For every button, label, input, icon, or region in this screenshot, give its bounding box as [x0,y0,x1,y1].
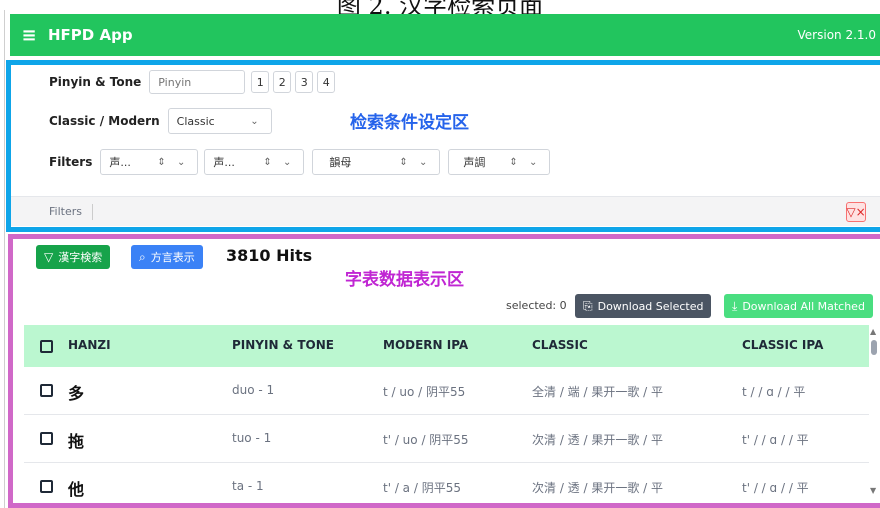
table-header: HANZI PINYIN & TONE MODERN IPA CLASSIC C… [24,325,869,367]
file-download-icon: ⎘ [583,298,593,313]
classic-ipa-cell: t' / / ɑ / / 平 [742,481,809,495]
pinyin-tone-label: Pinyin & Tone [49,75,142,89]
column-header-hanzi[interactable]: HANZI [68,338,111,352]
mode-row: Classic / Modern Classic ⌄ [49,108,272,134]
row-checkbox[interactable] [40,480,53,493]
tone-value: 声調 [463,156,486,169]
table-row[interactable]: 他 ta - 1 t' / a / 阴平55 次清 / 透 / 果开一歌 / 平… [24,463,869,503]
app-version: Version 2.1.0 [797,28,876,42]
download-selected-button[interactable]: ⎘ Download Selected [575,294,712,318]
final-select[interactable]: 韻母 ⇕ ⌄ [312,149,441,175]
column-header-modern-ipa[interactable]: MODERN IPA [383,338,468,352]
column-header-classic[interactable]: CLASSIC [532,338,588,352]
column-header-pinyin[interactable]: PINYIN & TONE [232,338,334,352]
tone-3-button[interactable]: 3 [295,71,314,93]
search-region-annotation: 检索条件设定区 [350,113,469,133]
app-header: ≡ HFPD App Version 2.1.0 [10,14,880,56]
download-all-label: Download All Matched [742,299,865,313]
classic-cell: 次清 / 透 / 果开一歌 / 平 [532,481,664,495]
initial-class-select[interactable]: 声... ⇕ ⌄ [100,149,199,175]
dialect-display-label: 方言表示 [150,251,195,264]
classic-modern-select[interactable]: Classic ⌄ [167,108,272,134]
modern-ipa-cell: t' / a / 阴平55 [383,481,461,495]
scroll-up-icon[interactable]: ▲ [870,327,876,336]
row-checkbox[interactable] [40,384,53,397]
classic-ipa-cell: t / / ɑ / / 平 [742,385,806,399]
classic-ipa-cell: t' / / ɑ / / 平 [742,433,809,447]
hanzi-cell: 拖 [68,432,85,451]
hamburger-icon[interactable]: ≡ [10,25,48,46]
search-icon: ⌕ [139,249,146,264]
sort-chevron-icon: ⇕ ⌄ [399,156,432,168]
classic-cell: 次清 / 透 / 果开一歌 / 平 [532,433,664,447]
pinyin-row: Pinyin & Tone 1 2 3 4 [49,70,339,94]
row-checkbox[interactable] [40,432,53,445]
pinyin-cell: tuo - 1 [232,431,272,445]
hits-count: 3810 Hits [226,246,313,265]
pinyin-input[interactable] [149,70,246,94]
modern-ipa-cell: t / uo / 阴平55 [383,385,466,399]
chevron-down-icon: ⌄ [250,115,263,127]
divider [91,203,93,220]
pinyin-cell: ta - 1 [232,479,264,493]
pinyin-cell: duo - 1 [232,383,275,397]
download-selected-label: Download Selected [597,299,704,313]
table-row[interactable]: 多 duo - 1 t / uo / 阴平55 全清 / 端 / 果开一歌 / … [24,367,869,415]
hanzi-search-label: 漢字検索 [58,251,103,264]
initial-select[interactable]: 声... ⇕ ⌄ [204,149,305,175]
table-row[interactable]: 拖 tuo - 1 t' / uo / 阴平55 次清 / 透 / 果开一歌 /… [24,415,869,463]
classic-modern-value: Classic [176,114,215,128]
hanzi-search-button[interactable]: ▽ 漢字検索 [36,245,111,269]
hanzi-cell: 多 [68,384,85,403]
tone-select[interactable]: 声調 ⇕ ⌄ [448,149,551,175]
results-region-annotation: 字表数据表示区 [345,270,464,290]
filters-bar-label: Filters [49,205,82,218]
scrollbar-thumb[interactable] [871,340,877,355]
filters-row: Filters 声... ⇕ ⌄ 声... ⇕ ⌄ 韻母 ⇕ ⌄ 声調 ⇕ ⌄ [49,149,551,175]
initial-class-value: 声... [109,156,131,169]
download-all-button[interactable]: ⤓ Download All Matched [724,294,873,318]
column-header-classic-ipa[interactable]: CLASSIC IPA [742,338,823,352]
scroll-down-icon[interactable]: ▼ [870,486,876,495]
classic-modern-label: Classic / Modern [49,114,160,128]
app-title: HFPD App [48,26,133,44]
tone-2-button[interactable]: 2 [273,71,292,93]
final-value: 韻母 [329,156,352,169]
filters-bar: Filters ▽× [11,196,880,226]
classic-cell: 全清 / 端 / 果开一歌 / 平 [532,385,664,399]
filters-label: Filters [49,155,93,169]
filter-icon: ▽ [44,250,54,264]
download-icon: ⤓ [732,298,738,313]
tone-1-button[interactable]: 1 [251,71,270,93]
modern-ipa-cell: t' / uo / 阴平55 [383,433,469,447]
dialect-display-button[interactable]: ⌕ 方言表示 [131,245,203,269]
clear-filter-icon[interactable]: ▽× [846,202,866,222]
hanzi-cell: 他 [68,480,85,499]
select-all-checkbox[interactable] [40,340,53,353]
tone-4-button[interactable]: 4 [317,71,336,93]
sort-chevron-icon: ⇕ ⌄ [157,156,190,168]
sort-chevron-icon: ⇕ ⌄ [509,156,542,168]
sort-chevron-icon: ⇕ ⌄ [263,156,296,168]
selected-count: selected: 0 [506,299,567,312]
initial-value: 声... [213,156,235,169]
